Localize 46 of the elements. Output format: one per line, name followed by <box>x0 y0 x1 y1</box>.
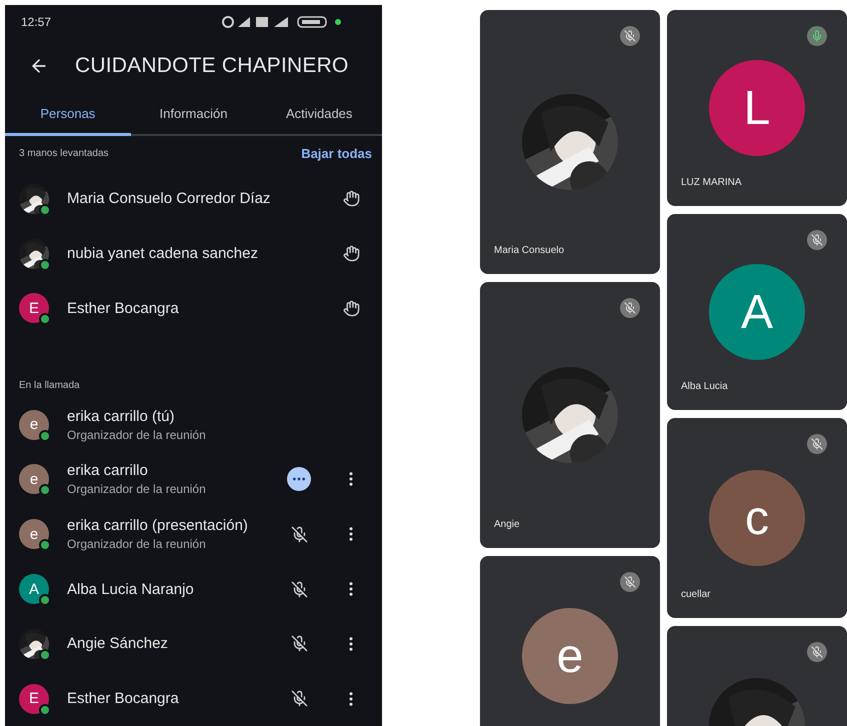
participant-name: erika carrillo <box>67 462 149 480</box>
tile-name: Angie <box>494 519 520 530</box>
avatar: L <box>709 60 805 156</box>
avatar: A <box>19 574 49 604</box>
tab[interactable]: Actividades <box>256 93 382 136</box>
section-label: En la llamada <box>19 380 80 392</box>
raised-hand-icon <box>342 190 360 208</box>
tile-name: LUZ MARINA <box>681 177 742 188</box>
participant-name: Angie Sánchez <box>67 635 169 652</box>
participant-role: Organizador de la reunión <box>67 428 207 442</box>
raised-hand-icon <box>342 245 360 262</box>
avatar: e <box>19 410 49 440</box>
participant-name: Alba Lucia Naranjo <box>67 580 195 598</box>
participant-role: Organizador de la reunión <box>67 537 207 552</box>
avatar: e <box>522 608 618 704</box>
tab[interactable]: Personas <box>5 93 131 136</box>
avatar: E <box>19 293 49 324</box>
avatar: c <box>709 470 805 566</box>
avatar: A <box>709 264 805 360</box>
avatar: e <box>19 464 49 494</box>
participant-name: Esther Bocangra <box>67 300 180 317</box>
participant-name: Maria Consuelo Corredor Díaz <box>67 190 272 208</box>
raised-hand-icon <box>342 300 360 317</box>
avatar: e <box>19 519 49 550</box>
meeting-title: CUIDANDOTE CHAPINERO <box>75 54 349 78</box>
online-dot <box>39 313 51 326</box>
online-dot <box>39 539 51 552</box>
participant-name: Esther Bocangra <box>67 690 180 708</box>
lower-all-link[interactable]: Bajar todas <box>301 146 372 162</box>
avatar: E <box>19 684 49 714</box>
participant-name: nubia yanet cadena sanchez <box>67 245 259 262</box>
mic-off-icon[interactable] <box>290 690 308 708</box>
raised-hands-count: 3 manos levantadas <box>19 148 109 160</box>
mic-off-icon[interactable] <box>290 580 308 598</box>
online-dot <box>39 484 51 496</box>
online-dot <box>39 594 51 606</box>
tab[interactable]: Información <box>130 93 256 136</box>
tile-name: Alba Lucia <box>681 381 728 392</box>
mic-off-icon[interactable] <box>290 635 308 652</box>
tile-name: cuellar <box>681 589 710 600</box>
mic-off-icon[interactable] <box>290 526 308 543</box>
participant-name: erika carrillo (presentación) <box>67 517 249 534</box>
status-time: 12:57 <box>21 14 52 29</box>
participant-role: Organizador de la reunión <box>67 482 207 496</box>
tile-name: Maria Consuelo <box>494 245 564 256</box>
participant-name: erika carrillo (tú) <box>67 408 176 425</box>
